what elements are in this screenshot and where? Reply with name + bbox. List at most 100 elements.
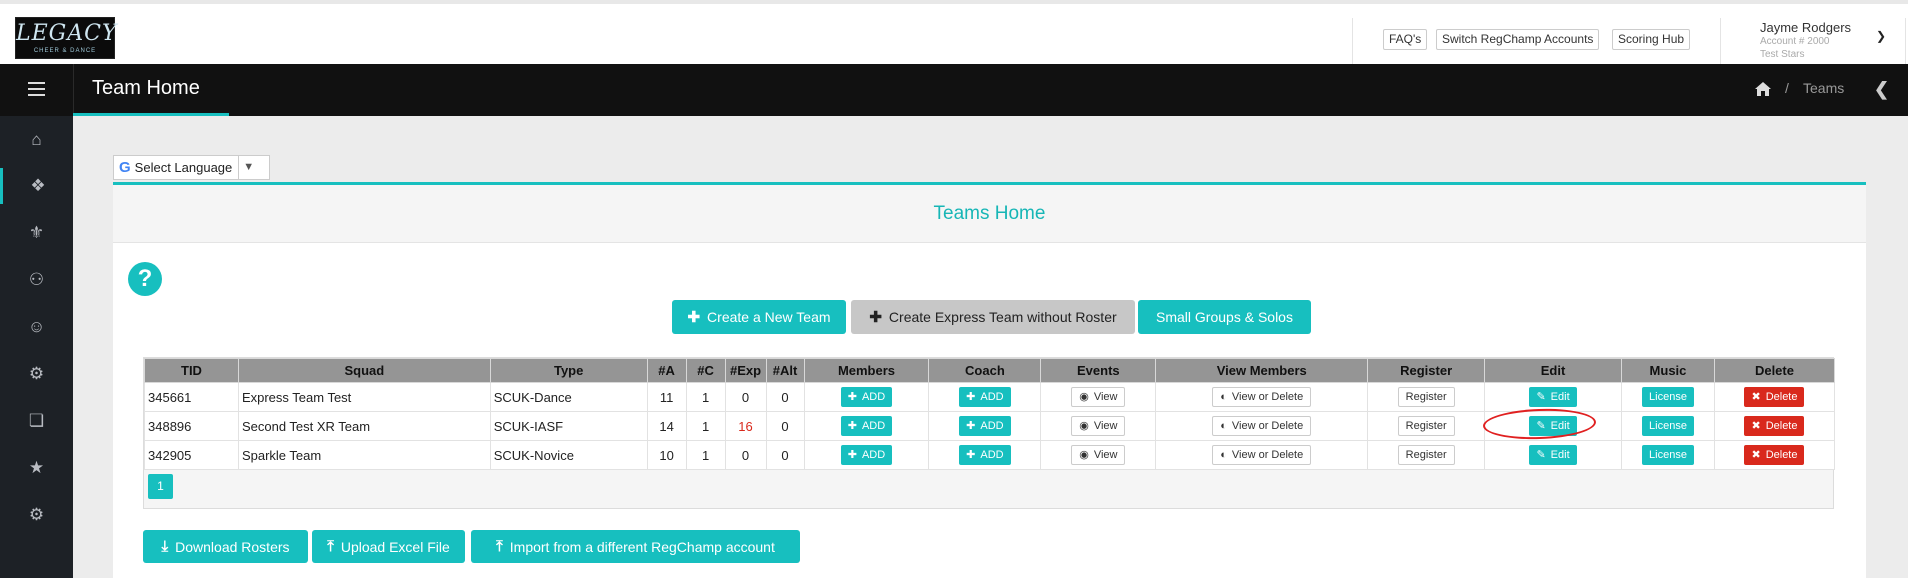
delete-cell: ✖ Delete xyxy=(1713,382,1836,412)
register-cell: Register xyxy=(1367,411,1486,441)
scoring-hub-link[interactable]: Scoring Hub xyxy=(1612,29,1691,50)
panel-title: Teams Home xyxy=(933,203,1046,224)
breadcrumb-current: Teams xyxy=(1803,80,1845,96)
small-groups-button[interactable]: Small Groups & Solos xyxy=(1138,300,1311,334)
upload-excel-button[interactable]: ⤒ Upload Excel File xyxy=(312,530,465,563)
eye-slash-icon: ◐ xyxy=(1220,449,1227,461)
column-header: Type xyxy=(489,358,648,383)
plus-icon: ✚ xyxy=(847,391,857,403)
add-member-button[interactable]: ✚ ADD xyxy=(840,416,893,436)
plus-icon: ✚ xyxy=(847,449,857,461)
upload-icon: ⤒ xyxy=(327,538,334,555)
register-button[interactable]: Register xyxy=(1397,387,1455,407)
copy-icon[interactable]: ❏ xyxy=(0,403,73,439)
music-cell: License xyxy=(1621,382,1715,412)
team-id: 345661 xyxy=(144,382,239,412)
caret-down-icon: ▼ xyxy=(238,156,254,179)
plus-icon: ✚ xyxy=(966,391,976,403)
add-label: ADD xyxy=(980,449,1004,461)
add-label: ADD xyxy=(980,391,1004,403)
column-header: Register xyxy=(1367,358,1486,383)
column-header: #Alt xyxy=(765,358,805,383)
gear-icon[interactable]: ⚙ xyxy=(0,356,73,392)
gears-icon[interactable]: ⚙ xyxy=(0,497,73,533)
edit-cell: ✎ Edit xyxy=(1484,440,1622,470)
logo-main-text: LEGACY xyxy=(16,21,118,46)
column-header: Coach xyxy=(928,358,1042,383)
view-delete-label: View or Delete xyxy=(1231,449,1304,461)
help-icon[interactable]: ? xyxy=(128,262,162,296)
user-name[interactable]: Jayme Rodgers xyxy=(1760,20,1851,35)
add-coach-button[interactable]: ✚ ADD xyxy=(959,416,1011,436)
add-member-button[interactable]: ✚ ADD xyxy=(840,387,893,407)
register-button[interactable]: Register xyxy=(1397,416,1455,436)
register-button[interactable]: Register xyxy=(1397,445,1455,465)
view-events-button[interactable]: ◉ View xyxy=(1071,387,1126,407)
count-coaches: 1 xyxy=(685,440,726,470)
view-members-cell: ◐ View or Delete xyxy=(1155,382,1369,412)
view-events-button[interactable]: ◉ View xyxy=(1071,416,1126,436)
license-button[interactable]: License xyxy=(1642,445,1694,465)
add-member-button[interactable]: ✚ ADD xyxy=(840,445,893,465)
column-header: View Members xyxy=(1155,358,1369,383)
team-type: SCUK-IASF xyxy=(489,411,648,441)
count-expired: 0 xyxy=(724,440,767,470)
delete-button[interactable]: ✖ Delete xyxy=(1744,445,1805,465)
view-delete-members-button[interactable]: ◐ View or Delete xyxy=(1212,416,1312,436)
coach-cell: ✚ ADD xyxy=(928,411,1042,441)
view-members-cell: ◐ View or Delete xyxy=(1155,440,1369,470)
language-selector[interactable]: G Select Language ▼ xyxy=(113,155,270,180)
faq-link[interactable]: FAQ's xyxy=(1383,29,1428,50)
user-plus-icon[interactable]: ⚇ xyxy=(0,262,73,298)
star-icon[interactable]: ★ xyxy=(0,450,73,486)
teams-panel: Teams Home ? ✚ Create a New Team ✚ Creat… xyxy=(113,182,1866,578)
events-cell: ◉ View xyxy=(1040,382,1157,412)
app-logo[interactable]: LEGACY CHEER & DANCE xyxy=(15,17,118,59)
music-cell: License xyxy=(1621,411,1715,441)
license-button[interactable]: License xyxy=(1642,387,1694,407)
pagination-page-1[interactable]: 1 xyxy=(148,474,173,499)
sidebar: ⌂ ❖ ⚜ ⚇ ☺ ⚙ ❏ ★ ⚙ xyxy=(0,116,73,578)
header-divider xyxy=(1720,18,1721,66)
view-events-button[interactable]: ◉ View xyxy=(1071,445,1126,465)
hamburger-menu-icon[interactable] xyxy=(28,82,45,96)
chevron-down-icon[interactable]: ❯ xyxy=(1876,29,1886,43)
column-header: Music xyxy=(1621,358,1715,383)
edit-label: Edit xyxy=(1550,449,1570,461)
create-express-team-button[interactable]: ✚ Create Express Team without Roster xyxy=(851,300,1135,334)
plus-icon: ✚ xyxy=(847,420,857,432)
create-team-button[interactable]: ✚ Create a New Team xyxy=(672,300,846,334)
create-express-label: Create Express Team without Roster xyxy=(888,309,1117,325)
page-title-bar: Team Home / Teams ❮ xyxy=(0,64,1908,116)
language-label: Select Language xyxy=(134,160,233,175)
cubes-icon[interactable]: ❖ xyxy=(0,168,73,204)
count-expired: 16 xyxy=(724,411,767,441)
add-coach-button[interactable]: ✚ ADD xyxy=(959,387,1011,407)
delete-button[interactable]: ✖ Delete xyxy=(1744,387,1805,407)
switch-accounts-link[interactable]: Switch RegChamp Accounts xyxy=(1436,29,1600,50)
license-button[interactable]: License xyxy=(1642,416,1694,436)
delete-button[interactable]: ✖ Delete xyxy=(1744,416,1805,436)
plus-icon: ✚ xyxy=(966,420,976,432)
count-coaches: 1 xyxy=(685,382,726,412)
home-icon[interactable]: ⌂ xyxy=(0,122,73,158)
edit-button[interactable]: ✎ Edit xyxy=(1529,445,1577,465)
download-rosters-button[interactable]: ⤓ Download Rosters xyxy=(143,530,308,563)
trophy-icon[interactable]: ⚜ xyxy=(0,215,73,251)
register-cell: Register xyxy=(1367,440,1486,470)
edit-button[interactable]: ✎ Edit xyxy=(1529,387,1577,407)
home-icon[interactable] xyxy=(1754,81,1772,97)
table-row: 342905 Sparkle Team SCUK-Novice 10 1 0 0… xyxy=(144,440,1836,470)
add-coach-button[interactable]: ✚ ADD xyxy=(959,445,1011,465)
delete-label: Delete xyxy=(1765,420,1798,432)
view-delete-members-button[interactable]: ◐ View or Delete xyxy=(1212,445,1312,465)
table-row: 345661 Express Team Test SCUK-Dance 11 1… xyxy=(144,382,1836,412)
users-icon[interactable]: ☺ xyxy=(0,309,73,345)
bar-divider xyxy=(73,64,74,116)
view-delete-members-button[interactable]: ◐ View or Delete xyxy=(1212,387,1312,407)
view-label: View xyxy=(1093,449,1118,461)
team-type: SCUK-Novice xyxy=(489,440,648,470)
chevron-left-icon[interactable]: ❮ xyxy=(1874,79,1889,100)
import-account-button[interactable]: ⤒ Import from a different RegChamp accou… xyxy=(471,530,800,563)
delete-cell: ✖ Delete xyxy=(1713,411,1836,441)
